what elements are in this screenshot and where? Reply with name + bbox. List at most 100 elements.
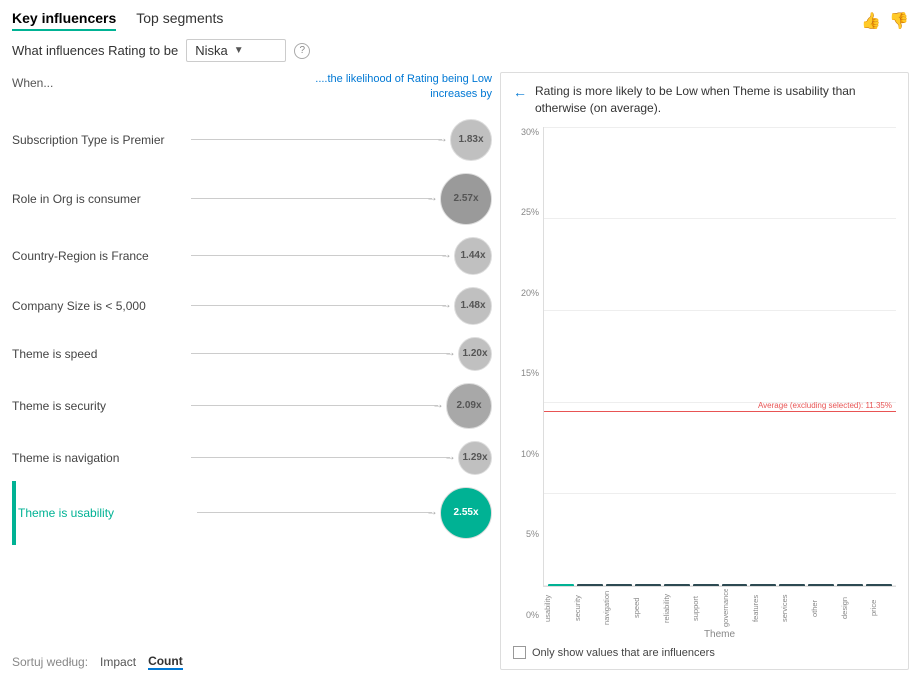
bar-group <box>779 584 805 586</box>
tab-key-influencers[interactable]: Key influencers <box>12 10 116 31</box>
influencer-item[interactable]: Subscription Type is Premier 1.83x <box>12 113 492 167</box>
left-panel: When... ....the likelihood of Rating bei… <box>12 72 492 670</box>
x-axis-label: usability <box>543 589 570 627</box>
bar-group <box>693 584 719 586</box>
influencer-line <box>191 305 446 306</box>
chart-bar[interactable] <box>693 584 719 586</box>
influencer-item[interactable]: Theme is speed 1.20x <box>12 331 492 377</box>
thumbs-up-icon[interactable]: 👍 <box>861 11 881 31</box>
x-axis-label: design <box>840 589 867 627</box>
chart-bar[interactable] <box>750 584 776 586</box>
chart-wrapper: 30%25%20%15%10%5%0% Average (excluding s… <box>513 127 896 640</box>
filter-value: Niska <box>195 43 228 58</box>
filter-label: What influences Rating to be <box>12 43 178 58</box>
chart-bar[interactable] <box>548 584 574 586</box>
x-axis-label: speed <box>632 589 659 627</box>
bar-group <box>837 584 863 586</box>
grid-line <box>544 127 896 128</box>
influencer-item[interactable]: Theme is usability2.55x <box>12 481 492 545</box>
influencer-item[interactable]: Company Size is < 5,0001.48x <box>12 281 492 331</box>
y-axis: 30%25%20%15%10%5%0% <box>513 127 543 640</box>
chart-bar[interactable] <box>722 584 748 586</box>
influencer-item[interactable]: Role in Org is consumer 2.57x <box>12 167 492 231</box>
influencer-bubble: 1.48x <box>454 287 492 325</box>
thumbs-down-icon[interactable]: 👎 <box>889 11 909 31</box>
checkbox-row: Only show values that are influencers <box>513 646 896 659</box>
tabs: Key influencers Top segments <box>12 10 223 31</box>
left-panel-header: When... ....the likelihood of Rating bei… <box>12 72 492 107</box>
bar-group <box>606 584 632 586</box>
grid-line <box>544 493 896 494</box>
when-label: When... <box>12 72 53 90</box>
chart-bar[interactable] <box>808 584 834 586</box>
x-axis-label: features <box>751 589 778 627</box>
x-axis-label: governance <box>721 589 748 627</box>
y-axis-label: 30% <box>521 127 539 137</box>
influencer-bubble: 2.09x <box>446 383 492 429</box>
influencer-bubble: 1.83x <box>450 119 492 161</box>
x-axis-title: Theme <box>543 629 896 640</box>
bars-container: Average (excluding selected): 11.35% usa… <box>543 127 896 640</box>
influencer-label: Country-Region is France <box>12 249 187 263</box>
likelihood-label: ....the likelihood of Rating being Low i… <box>292 72 492 103</box>
x-labels: usabilitysecuritynavigationspeedreliabil… <box>543 589 896 627</box>
dropdown-arrow-icon: ▼ <box>234 45 244 56</box>
right-panel-header: ← Rating is more likely to be Low when T… <box>513 83 896 117</box>
sort-count[interactable]: Count <box>148 654 183 670</box>
influencer-label: Subscription Type is Premier <box>12 133 187 147</box>
influencer-item[interactable]: Country-Region is France1.44x <box>12 231 492 281</box>
sort-impact[interactable]: Impact <box>100 655 136 669</box>
chart-bar[interactable] <box>779 584 805 586</box>
avg-label: Average (excluding selected): 11.35% <box>758 401 892 410</box>
chart-bar[interactable] <box>837 584 863 586</box>
x-axis-label: security <box>573 589 600 627</box>
influencer-bubble: 2.57x <box>440 173 492 225</box>
help-icon[interactable]: ? <box>294 43 310 59</box>
influencer-item[interactable]: Theme is security 2.09x <box>12 377 492 435</box>
y-axis-label: 0% <box>526 610 539 620</box>
right-panel-title: Rating is more likely to be Low when The… <box>535 83 896 117</box>
filter-row: What influences Rating to be Niska ▼ ? <box>12 39 909 62</box>
x-axis-label: reliability <box>662 589 689 627</box>
influencer-bubble: 2.55x <box>440 487 492 539</box>
x-axis-label: price <box>869 589 896 627</box>
avg-line <box>544 411 896 412</box>
x-axis-label: other <box>810 589 837 627</box>
influencer-item[interactable]: Theme is navigation1.29x <box>12 435 492 481</box>
sort-label: Sortuj według: <box>12 655 88 669</box>
y-axis-label: 20% <box>521 288 539 298</box>
main-content: When... ....the likelihood of Rating bei… <box>12 72 909 670</box>
influencer-line <box>191 139 442 140</box>
back-arrow-icon[interactable]: ← <box>513 84 527 100</box>
grid-line <box>544 218 896 219</box>
x-axis-label: support <box>691 589 718 627</box>
chart-bar[interactable] <box>635 584 661 586</box>
right-panel: ← Rating is more likely to be Low when T… <box>500 72 909 670</box>
chart-bar[interactable] <box>664 584 690 586</box>
bar-group <box>635 584 661 586</box>
x-axis-label: services <box>780 589 807 627</box>
y-axis-label: 10% <box>521 449 539 459</box>
chart-bar[interactable] <box>606 584 632 586</box>
influencers-checkbox[interactable] <box>513 646 526 659</box>
chart-bar[interactable] <box>577 584 603 586</box>
y-axis-label: 25% <box>521 207 539 217</box>
y-axis-label: 5% <box>526 529 539 539</box>
influencer-label: Role in Org is consumer <box>12 192 187 206</box>
influencer-line <box>191 353 450 354</box>
bar-group <box>750 584 776 586</box>
influencer-label: Theme is security <box>12 399 187 413</box>
bar-group <box>577 584 603 586</box>
chart-area: 30%25%20%15%10%5%0% Average (excluding s… <box>513 127 896 659</box>
influencers-list: Subscription Type is Premier 1.83x Role in… <box>12 113 492 648</box>
chart-bar[interactable] <box>866 584 892 586</box>
influencer-bubble: 1.20x <box>458 337 492 371</box>
influencer-label: Theme is navigation <box>12 451 187 465</box>
influencer-line <box>191 198 432 199</box>
header: Key influencers Top segments 👍 👎 <box>12 10 909 31</box>
tab-top-segments[interactable]: Top segments <box>136 10 223 31</box>
filter-dropdown[interactable]: Niska ▼ <box>186 39 286 62</box>
grid-lines <box>544 127 896 586</box>
bar-group <box>548 584 574 586</box>
influencer-label: Theme is speed <box>12 347 187 361</box>
